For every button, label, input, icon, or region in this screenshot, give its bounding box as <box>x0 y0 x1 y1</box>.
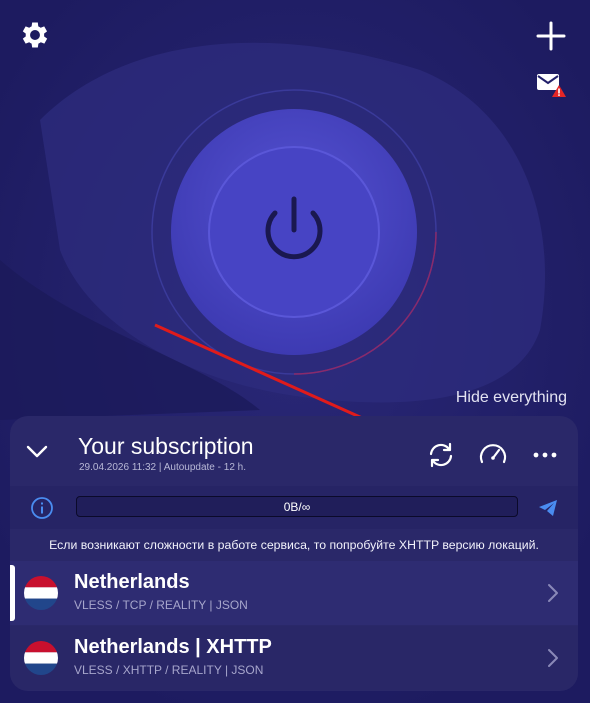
server-protocol: VLESS / XHTTP / REALITY | JSON <box>74 663 264 677</box>
subscription-meta: 29.04.2026 11:32 | Autoupdate - 12 h. <box>79 462 246 473</box>
mail-alert-icon[interactable] <box>534 70 568 100</box>
refresh-icon[interactable] <box>424 438 458 472</box>
traffic-usage-label: 0B/∞ <box>283 499 311 514</box>
info-icon[interactable] <box>30 496 54 520</box>
hide-everything-link[interactable]: Hide everything <box>456 389 567 407</box>
netherlands-flag-icon <box>24 641 58 675</box>
speedometer-icon[interactable] <box>476 438 510 472</box>
plus-icon[interactable] <box>532 17 570 55</box>
chevron-right-icon <box>546 583 560 603</box>
subscription-header: Your subscription 29.04.2026 11:32 | Aut… <box>10 416 578 486</box>
server-name: Netherlands <box>74 571 190 593</box>
telegram-icon[interactable] <box>537 497 559 519</box>
server-name: Netherlands | XHTTP <box>74 636 272 658</box>
power-area <box>149 87 439 377</box>
power-button[interactable] <box>171 109 417 355</box>
chevron-right-icon <box>546 648 560 668</box>
subscription-title: Your subscription <box>78 433 254 459</box>
traffic-row: 0B/∞ <box>10 486 578 529</box>
notice-text: Если возникают сложности в работе сервис… <box>49 538 539 552</box>
server-protocol: VLESS / TCP / REALITY | JSON <box>74 598 248 612</box>
subscription-panel: Your subscription 29.04.2026 11:32 | Aut… <box>10 416 578 691</box>
server-item[interactable]: Netherlands VLESS / TCP / REALITY | JSON <box>10 561 578 625</box>
traffic-usage-bar: 0B/∞ <box>76 496 518 517</box>
active-indicator <box>10 565 15 621</box>
more-icon[interactable] <box>528 438 562 472</box>
chevron-down-icon[interactable] <box>24 440 50 462</box>
netherlands-flag-icon <box>24 576 58 610</box>
server-item[interactable]: Netherlands | XHTTP VLESS / XHTTP / REAL… <box>10 626 578 690</box>
gear-icon[interactable] <box>16 16 54 54</box>
